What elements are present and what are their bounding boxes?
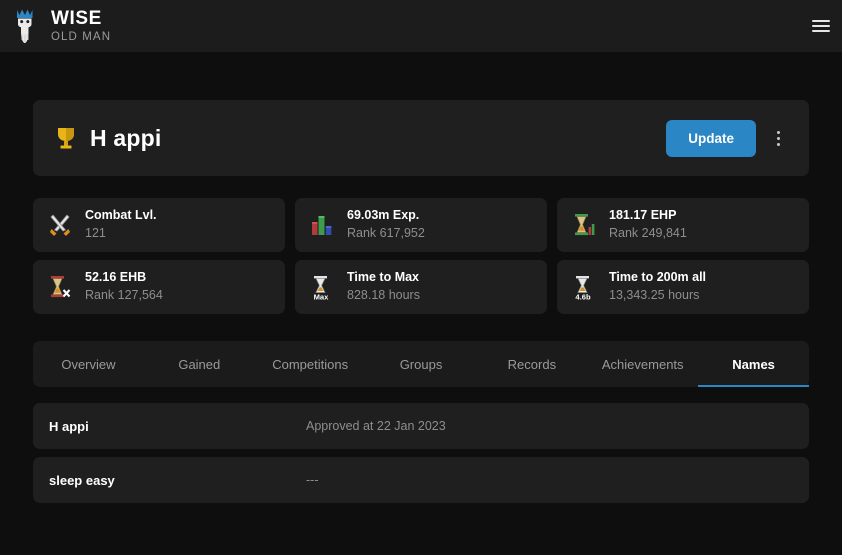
top-bar: WISE OLD MAN — [0, 0, 842, 52]
stat-card-time-to-200m: 4.6b Time to 200m all 13,343.25 hours — [557, 260, 809, 314]
hourglass-ehb-icon — [47, 273, 73, 301]
stat-card-grid: Combat Lvl. 121 69.03m Exp. Rank 617,952 — [33, 198, 809, 314]
hamburger-line — [812, 25, 830, 27]
crossed-swords-icon — [47, 211, 73, 239]
list-item[interactable]: H appi Approved at 22 Jan 2023 — [33, 403, 809, 449]
hourglass-200m-icon: 4.6b — [571, 273, 597, 301]
wise-old-man-logo-icon — [10, 7, 40, 45]
brand[interactable]: WISE OLD MAN — [10, 7, 111, 45]
name-status: Approved at 22 Jan 2023 — [306, 419, 446, 433]
svg-text:4.6b: 4.6b — [575, 292, 591, 301]
list-item[interactable]: sleep easy --- — [33, 457, 809, 503]
tab-records[interactable]: Records — [476, 341, 587, 387]
name-change-list: H appi Approved at 22 Jan 2023 sleep eas… — [33, 403, 809, 503]
name-status: --- — [306, 473, 319, 487]
tab-gained[interactable]: Gained — [144, 341, 255, 387]
tab-bar: Overview Gained Competitions Groups Reco… — [33, 341, 809, 387]
stat-value: Rank 617,952 — [347, 226, 425, 240]
page-title: H appi — [90, 124, 162, 151]
stat-value: 121 — [85, 226, 106, 240]
update-button[interactable]: Update — [666, 119, 756, 157]
name-value: H appi — [49, 418, 89, 434]
kebab-dot — [776, 142, 780, 146]
hamburger-line — [812, 20, 830, 22]
stat-card-ehb: 52.16 EHB Rank 127,564 — [33, 260, 285, 314]
svg-text:Max: Max — [314, 292, 330, 301]
stat-card-combat-level: Combat Lvl. 121 — [33, 198, 285, 252]
hourglass-ehp-icon — [571, 211, 597, 239]
stat-value: Rank 249,841 — [609, 226, 687, 240]
stat-label: 69.03m Exp. — [347, 208, 420, 223]
stat-label: 52.16 EHB — [85, 270, 147, 285]
brand-subtitle: OLD MAN — [51, 30, 112, 43]
tab-groups[interactable]: Groups — [366, 341, 477, 387]
bar-chart-icon — [309, 211, 335, 239]
page-body: H appi Update Combat Lvl. 121 69.03m Exp… — [0, 100, 842, 503]
tab-names[interactable]: Names — [698, 341, 809, 387]
stat-label: Time to Max — [347, 270, 420, 285]
stat-value: Rank 127,564 — [85, 288, 163, 302]
stat-card-time-to-max: Max Time to Max 828.18 hours — [295, 260, 547, 314]
profile-identity: H appi — [55, 125, 666, 152]
kebab-dot — [776, 136, 780, 140]
stat-label: Combat Lvl. — [85, 208, 157, 223]
stat-card-ehp: 181.17 EHP Rank 249,841 — [557, 198, 809, 252]
stat-value: 13,343.25 hours — [609, 288, 700, 302]
name-value: sleep easy — [49, 472, 115, 488]
brand-title: WISE — [51, 7, 102, 29]
tab-overview[interactable]: Overview — [33, 341, 144, 387]
tab-achievements[interactable]: Achievements — [587, 341, 698, 387]
hamburger-menu-icon[interactable] — [812, 20, 830, 32]
stat-label: Time to 200m all — [609, 270, 707, 285]
stat-card-experience: 69.03m Exp. Rank 617,952 — [295, 198, 547, 252]
stat-label: 181.17 EHP — [609, 208, 677, 223]
hourglass-max-icon: Max — [309, 273, 335, 301]
tab-competitions[interactable]: Competitions — [255, 341, 366, 387]
trophy-icon — [55, 126, 77, 150]
kebab-dot — [776, 130, 780, 134]
kebab-menu-icon[interactable] — [765, 123, 791, 153]
profile-header-card: H appi Update — [33, 100, 809, 176]
stat-value: 828.18 hours — [347, 288, 420, 302]
hamburger-line — [812, 30, 830, 32]
